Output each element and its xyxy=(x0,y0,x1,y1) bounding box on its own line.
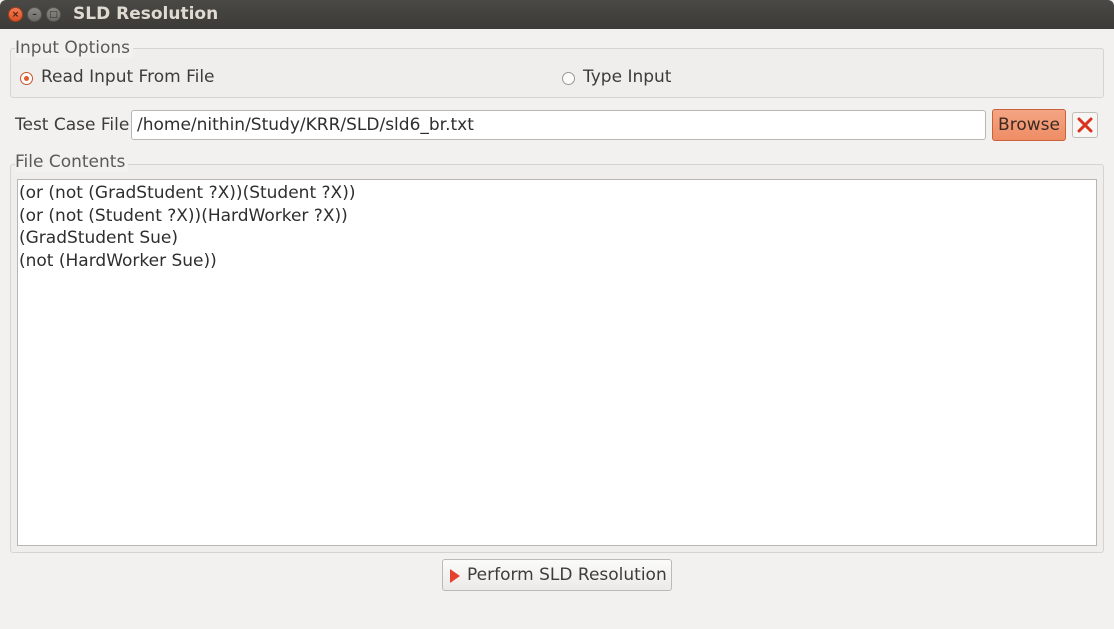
type-input-label[interactable]: Type Input xyxy=(583,67,671,87)
play-icon xyxy=(450,569,460,583)
file-line: (GradStudent Sue) xyxy=(19,228,178,248)
file-line: (not (HardWorker Sue)) xyxy=(19,250,217,271)
window-maximize-button[interactable]: □ xyxy=(46,7,61,22)
file-contents-legend: File Contents xyxy=(15,152,129,172)
test-case-file-label: Test Case File xyxy=(15,115,130,135)
read-from-file-label[interactable]: Read Input From File xyxy=(41,67,215,87)
perform-sld-resolution-button[interactable]: Perform SLD Resolution xyxy=(442,559,672,591)
window-title: SLD Resolution xyxy=(73,4,219,24)
input-options-legend: Input Options xyxy=(15,38,134,58)
test-case-file-input[interactable]: /home/nithin/Study/KRR/SLD/sld6_br.txt xyxy=(131,110,986,140)
perform-button-label: Perform SLD Resolution xyxy=(467,565,667,585)
close-x-icon xyxy=(1077,117,1093,133)
browse-button[interactable]: Browse xyxy=(992,109,1066,141)
file-contents-textarea[interactable]: (or (not (GradStudent ?X))(Student ?X)) … xyxy=(17,179,1097,546)
title-bar: × – □ SLD Resolution xyxy=(0,0,1114,29)
window-close-button[interactable]: × xyxy=(8,7,23,22)
window-minimize-button[interactable]: – xyxy=(27,7,42,22)
file-line: (or (not (GradStudent ?X))(Student ?X)) xyxy=(19,183,356,203)
file-line: (or (not (Student ?X))(HardWorker ?X)) xyxy=(19,205,348,226)
read-from-file-radio[interactable] xyxy=(20,72,33,85)
type-input-radio[interactable] xyxy=(562,72,575,85)
clear-file-button[interactable] xyxy=(1072,112,1098,138)
